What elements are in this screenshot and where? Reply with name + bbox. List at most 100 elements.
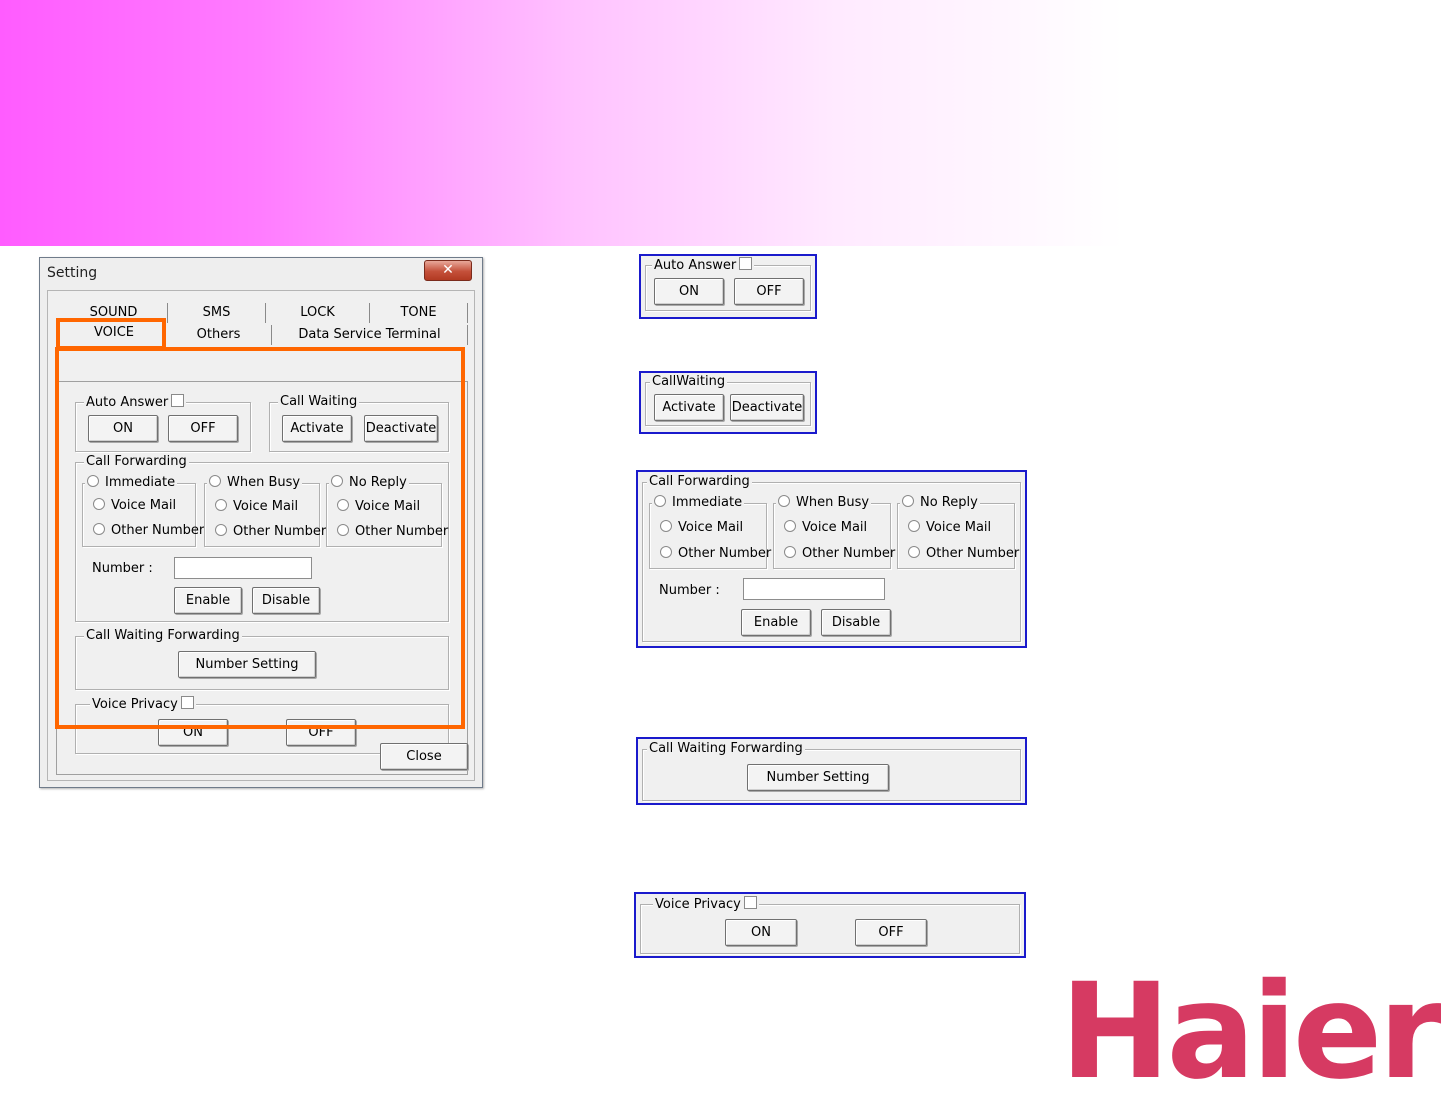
voice-privacy-label: Voice Privacy	[92, 697, 178, 712]
auto-answer-checkbox[interactable]	[171, 394, 185, 407]
disable-zoom-button[interactable]: Disable	[821, 609, 891, 636]
immediate-voice-mail-radio[interactable]: Voice Mail	[93, 498, 176, 513]
call-waiting-group: Call Waiting Activate Deactivate	[269, 394, 449, 452]
auto-answer-zoom-off-button[interactable]: OFF	[734, 278, 804, 305]
call-forwarding-group: Call Forwarding Immediate Voice Mail Oth…	[75, 454, 449, 622]
voice-privacy-zoom-checkbox[interactable]	[743, 896, 757, 909]
immediate-zoom-group: Immediate Voice Mail Other Number	[649, 495, 771, 569]
no-reply-zoom-radio[interactable]: No Reply	[902, 495, 978, 510]
call-waiting-zoom-group: CallWaiting Activate Deactivate	[645, 374, 811, 426]
call-waiting-forwarding-zoom: Call Waiting Forwarding Number Setting	[636, 737, 1027, 805]
immediate-zoom-voice-mail-radio[interactable]: Voice Mail	[660, 520, 743, 535]
disable-button[interactable]: Disable	[252, 587, 320, 614]
header-banner	[0, 0, 1441, 246]
window-close-button[interactable]: ✕	[424, 260, 472, 281]
radio-icon	[337, 499, 349, 511]
voice-privacy-off-button[interactable]: OFF	[286, 719, 356, 746]
call-forwarding-zoom-label: Call Forwarding	[647, 474, 752, 490]
immediate-zoom-radio[interactable]: Immediate	[654, 495, 742, 510]
call-waiting-zoom-deactivate-button[interactable]: Deactivate	[730, 394, 804, 421]
dialog-body: SOUND SMS LOCK TONE VOICE Others Data Se…	[47, 290, 475, 781]
number-input[interactable]	[174, 557, 312, 579]
voice-privacy-checkbox[interactable]	[180, 696, 194, 709]
call-waiting-forwarding-zoom-group: Call Waiting Forwarding Number Setting	[642, 741, 1021, 801]
when-busy-zoom-other-number-radio[interactable]: Other Number	[784, 546, 895, 561]
call-forwarding-label: Call Forwarding	[84, 454, 189, 470]
number-label: Number :	[92, 561, 153, 576]
radio-icon	[908, 520, 920, 532]
auto-answer-on-button[interactable]: ON	[88, 415, 158, 442]
radio-icon	[778, 495, 790, 507]
when-busy-voice-mail-radio[interactable]: Voice Mail	[215, 499, 298, 514]
radio-icon	[331, 475, 343, 487]
when-busy-zoom-radio[interactable]: When Busy	[778, 495, 869, 510]
call-waiting-label: Call Waiting	[278, 394, 360, 410]
tab-sound[interactable]: SOUND	[60, 303, 168, 323]
immediate-zoom-other-number-radio[interactable]: Other Number	[660, 546, 771, 561]
radio-icon	[93, 498, 105, 510]
enable-zoom-button[interactable]: Enable	[741, 609, 811, 636]
number-zoom-label: Number :	[659, 583, 720, 598]
number-zoom-input[interactable]	[743, 578, 885, 600]
haier-logo: Haier	[1060, 955, 1441, 1109]
radio-icon	[337, 524, 349, 536]
no-reply-zoom-other-number-radio[interactable]: Other Number	[908, 546, 1019, 561]
auto-answer-zoom-on-button[interactable]: ON	[654, 278, 724, 305]
call-waiting-forwarding-group: Call Waiting Forwarding Number Setting	[75, 628, 449, 690]
no-reply-zoom-voice-mail-radio[interactable]: Voice Mail	[908, 520, 991, 535]
tab-lock[interactable]: LOCK	[266, 303, 370, 323]
no-reply-radio[interactable]: No Reply	[331, 475, 407, 490]
no-reply-zoom-group: No Reply Voice Mail Other Number	[897, 495, 1019, 569]
auto-answer-off-button[interactable]: OFF	[168, 415, 238, 442]
auto-answer-zoom: Auto Answer ON OFF	[639, 254, 817, 319]
call-waiting-zoom-label: CallWaiting	[650, 374, 728, 390]
dialog-title: Setting	[47, 265, 98, 281]
tab-voice[interactable]: VOICE	[62, 323, 166, 343]
radio-icon	[654, 495, 666, 507]
call-waiting-forwarding-zoom-label: Call Waiting Forwarding	[647, 741, 805, 757]
radio-icon	[215, 499, 227, 511]
auto-answer-zoom-label: Auto Answer	[654, 258, 737, 273]
radio-icon	[660, 546, 672, 558]
call-waiting-activate-button[interactable]: Activate	[282, 415, 352, 442]
call-forwarding-zoom-group: Call Forwarding Immediate Voice Mail Oth…	[642, 474, 1021, 642]
radio-icon	[784, 520, 796, 532]
number-setting-zoom-button[interactable]: Number Setting	[747, 764, 889, 791]
when-busy-radio[interactable]: When Busy	[209, 475, 300, 490]
no-reply-group: No Reply Voice Mail Other Number	[326, 475, 448, 547]
immediate-group: Immediate Voice Mail Other Number	[82, 475, 204, 547]
radio-icon	[215, 524, 227, 536]
call-waiting-zoom-activate-button[interactable]: Activate	[654, 394, 724, 421]
voice-tab-panel: Auto Answer ON OFF Call Waiting Activate…	[56, 381, 468, 775]
when-busy-zoom-voice-mail-radio[interactable]: Voice Mail	[784, 520, 867, 535]
close-button[interactable]: Close	[380, 743, 468, 770]
number-setting-button[interactable]: Number Setting	[178, 651, 316, 678]
no-reply-voice-mail-radio[interactable]: Voice Mail	[337, 499, 420, 514]
radio-icon	[87, 475, 99, 487]
no-reply-other-number-radio[interactable]: Other Number	[337, 524, 448, 539]
call-waiting-deactivate-button[interactable]: Deactivate	[364, 415, 438, 442]
auto-answer-zoom-group: Auto Answer ON OFF	[645, 257, 811, 311]
voice-privacy-zoom-on-button[interactable]: ON	[725, 919, 797, 946]
enable-button[interactable]: Enable	[174, 587, 242, 614]
call-waiting-forwarding-label: Call Waiting Forwarding	[84, 628, 242, 644]
call-forwarding-zoom: Call Forwarding Immediate Voice Mail Oth…	[636, 470, 1027, 648]
immediate-radio[interactable]: Immediate	[87, 475, 175, 490]
tab-sms[interactable]: SMS	[168, 303, 266, 323]
when-busy-other-number-radio[interactable]: Other Number	[215, 524, 326, 539]
voice-privacy-on-button[interactable]: ON	[158, 719, 228, 746]
radio-icon	[908, 546, 920, 558]
tab-others[interactable]: Others	[166, 325, 272, 345]
auto-answer-group: Auto Answer ON OFF	[75, 394, 251, 452]
close-icon: ✕	[442, 262, 454, 278]
tab-data-service-terminal[interactable]: Data Service Terminal	[272, 325, 468, 345]
immediate-other-number-radio[interactable]: Other Number	[93, 523, 204, 538]
radio-icon	[784, 546, 796, 558]
voice-privacy-zoom: Voice Privacy ON OFF	[634, 892, 1026, 958]
tab-tone[interactable]: TONE	[370, 303, 468, 323]
call-waiting-zoom: CallWaiting Activate Deactivate	[639, 371, 817, 434]
auto-answer-zoom-checkbox[interactable]	[739, 257, 753, 270]
voice-privacy-zoom-off-button[interactable]: OFF	[855, 919, 927, 946]
radio-icon	[93, 523, 105, 535]
voice-privacy-zoom-group: Voice Privacy ON OFF	[640, 896, 1020, 954]
